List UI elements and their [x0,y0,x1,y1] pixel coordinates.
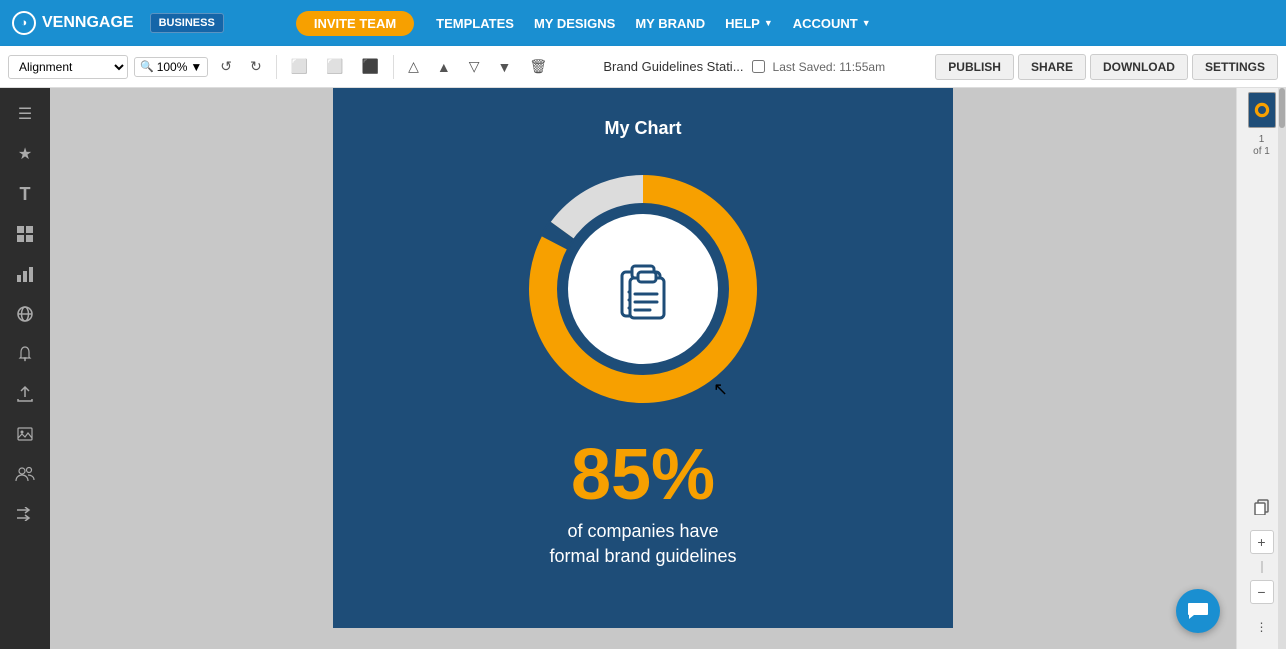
send-back-button[interactable]: ▼ [492,55,518,79]
zoom-dropdown-icon: ▼ [190,60,202,74]
bring-front-button[interactable]: △ [402,54,425,79]
last-saved-text: Last Saved: 11:55am [773,60,886,74]
alignment-select[interactable]: Alignment [8,55,128,79]
my-brand-nav-link[interactable]: MY BRAND [635,16,705,31]
scroll-thumb [1279,88,1285,128]
zoom-value: 100% [157,60,188,74]
left-sidebar: ☰ ★ T [0,88,50,649]
donut-chart: ↖ [513,159,773,419]
text-icon[interactable]: T [7,176,43,212]
templates-nav-link[interactable]: TEMPLATES [436,16,514,31]
image-icon[interactable] [7,416,43,452]
clipboard-icon [608,254,678,324]
upload-icon[interactable] [7,376,43,412]
page-thumbnail [1244,92,1280,128]
doc-title[interactable]: Brand Guidelines Stati... [603,59,743,74]
send-backward-button[interactable]: ▽ [463,54,486,79]
widgets-icon[interactable] [7,216,43,252]
zoom-control: 🔍 100% ▼ [134,57,208,77]
globe-icon[interactable] [7,296,43,332]
pages-indicator: 1of 1 [1251,130,1272,162]
team-icon[interactable] [7,456,43,492]
share-button[interactable]: SHARE [1018,54,1086,80]
business-badge: BUSINESS [150,13,224,33]
shuffle-icon[interactable] [7,496,43,532]
delete-button[interactable]: 🗑 [523,54,553,79]
account-arrow-icon: ▼ [862,18,871,28]
chart-title: My Chart [604,118,681,139]
right-scrollbar[interactable] [1278,88,1286,649]
invite-team-button[interactable]: INVITE TEAM [296,11,414,36]
settings-button[interactable]: SETTINGS [1192,54,1278,80]
logo-text: VENNGAGE [42,14,134,32]
more-options-icon[interactable]: ⋮ [1244,609,1280,645]
stat-desc-line2: formal brand guidelines [549,544,736,569]
donut-center [568,214,718,364]
duplicate-button[interactable]: ⬛ [356,54,385,79]
bring-forward-button[interactable]: ▲ [431,55,457,79]
stat-number: 85% [571,439,715,511]
paste-button[interactable]: ⬜ [320,54,349,79]
zoom-search-icon: 🔍 [140,60,154,73]
design-canvas: My Chart [333,88,953,628]
toolbar: Alignment 🔍 100% ▼ ↺ ↻ ⬜ ⬜ ⬛ △ ▲ ▽ ▼ 🗑 B… [0,46,1286,88]
undo-button[interactable]: ↺ [214,54,238,79]
doc-title-area: Brand Guidelines Stati... Last Saved: 11… [559,59,929,74]
logo-icon: ◑ [12,11,36,35]
account-nav-link[interactable]: ACCOUNT ▼ [793,16,871,31]
toolbar-action-buttons: PUBLISH SHARE DOWNLOAD SETTINGS [935,54,1278,80]
right-panel: 1of 1 + − ⋮ [1236,88,1286,649]
top-navigation: ◑ VENNGAGE BUSINESS INVITE TEAM TEMPLATE… [0,0,1286,46]
doc-title-checkbox[interactable] [752,60,765,73]
help-arrow-icon: ▼ [764,18,773,28]
logo: ◑ VENNGAGE [12,11,134,35]
publish-button[interactable]: PUBLISH [935,54,1014,80]
canvas-area[interactable]: My Chart [50,88,1236,649]
help-nav-link[interactable]: HELP ▼ [725,16,773,31]
download-button[interactable]: DOWNLOAD [1090,54,1188,80]
redo-button[interactable]: ↻ [244,54,268,79]
my-designs-nav-link[interactable]: MY DESIGNS [534,16,615,31]
star-icon[interactable]: ★ [7,136,43,172]
menu-icon[interactable]: ☰ [7,96,43,132]
main-area: ☰ ★ T [0,88,1286,649]
separator-2 [393,55,394,79]
separator-1 [276,55,277,79]
copy-style-button[interactable]: ⬜ [285,54,314,79]
chart-bar-icon[interactable] [7,256,43,292]
zoom-in-button[interactable]: + [1250,530,1274,554]
copy-page-icon[interactable] [1244,489,1280,525]
stat-desc-line1: of companies have [567,519,718,544]
zoom-out-button[interactable]: − [1250,580,1274,604]
bell-icon[interactable] [7,336,43,372]
nav-links: TEMPLATES MY DESIGNS MY BRAND HELP ▼ ACC… [436,16,871,31]
chat-bubble-button[interactable] [1176,589,1220,633]
